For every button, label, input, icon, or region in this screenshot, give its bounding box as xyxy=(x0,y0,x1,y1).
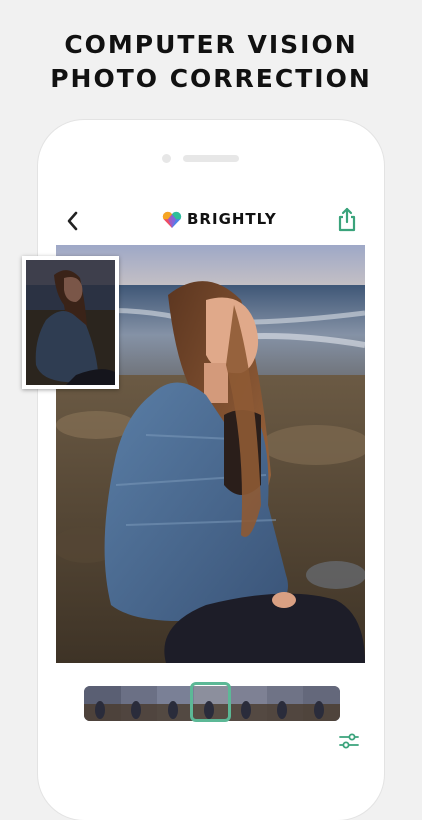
heart-logo-icon xyxy=(162,211,182,228)
sliders-icon[interactable] xyxy=(338,733,360,750)
original-photo-thumbnail[interactable] xyxy=(22,256,119,389)
app-brand-name: BRIGHTLY xyxy=(187,210,277,228)
chevron-left-icon[interactable] xyxy=(63,208,83,234)
headline: COMPUTER VISION PHOTO CORRECTION xyxy=(0,28,422,96)
selected-frame-indicator[interactable] xyxy=(190,682,231,722)
headline-line-1: COMPUTER VISION xyxy=(64,30,358,59)
original-photo-image xyxy=(26,260,115,385)
headline-line-2: PHOTO CORRECTION xyxy=(50,64,372,93)
speaker-grille xyxy=(183,155,239,162)
camera-dot xyxy=(162,154,171,163)
share-icon[interactable] xyxy=(336,206,358,232)
